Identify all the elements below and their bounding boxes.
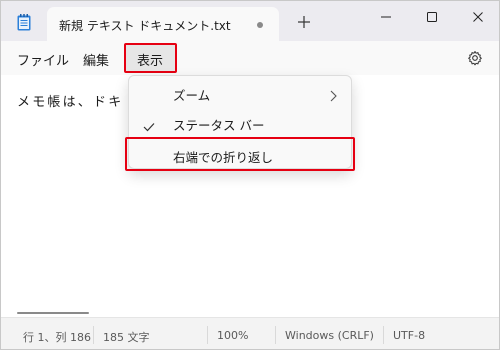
notepad-window: 新規 テキスト ドキュメント.txt ファイル 編集 表示 メモ帳は、ドキ ズー… (0, 0, 500, 350)
gear-icon[interactable] (467, 50, 483, 66)
word-wrap-highlight (125, 137, 355, 171)
menu-item-zoom[interactable]: ズーム (129, 78, 353, 108)
checkmark-icon (143, 117, 155, 136)
chevron-right-icon (329, 87, 337, 106)
character-count: 185 文字 (103, 331, 150, 344)
notepad-icon (17, 14, 31, 31)
maximize-icon (427, 12, 437, 22)
tab-title: 新規 テキスト ドキュメント.txt (59, 19, 231, 33)
status-divider (275, 326, 276, 344)
close-icon (473, 12, 483, 22)
title-bar: 新規 テキスト ドキュメント.txt (1, 1, 499, 41)
horizontal-scrollbar[interactable] (17, 312, 89, 314)
status-bar: 行 1、列 186 185 文字 100% Windows (CRLF) UTF… (1, 317, 499, 349)
line-ending: Windows (CRLF) (285, 329, 374, 342)
menu-bar: ファイル 編集 表示 (1, 41, 499, 75)
maximize-button[interactable] (409, 1, 455, 33)
menu-item-label: ズーム (173, 88, 211, 103)
status-divider (93, 326, 94, 344)
cursor-position: 行 1、列 186 (23, 331, 91, 344)
encoding: UTF-8 (393, 329, 426, 342)
unsaved-dot-icon[interactable] (257, 22, 263, 28)
document-tab[interactable]: 新規 テキスト ドキュメント.txt (47, 7, 279, 41)
menu-edit[interactable]: 編集 (83, 50, 109, 69)
menu-view[interactable]: 表示 (137, 50, 163, 69)
menu-file[interactable]: ファイル (17, 50, 69, 69)
status-divider (207, 326, 208, 344)
menu-item-status-bar[interactable]: ステータス バー (129, 108, 353, 138)
menu-item-label: ステータス バー (173, 118, 265, 133)
plus-icon[interactable] (295, 13, 313, 31)
minimize-button[interactable] (363, 1, 409, 33)
minimize-icon (381, 16, 391, 18)
close-button[interactable] (455, 1, 499, 33)
status-divider (383, 326, 384, 344)
zoom-level: 100% (217, 329, 249, 342)
